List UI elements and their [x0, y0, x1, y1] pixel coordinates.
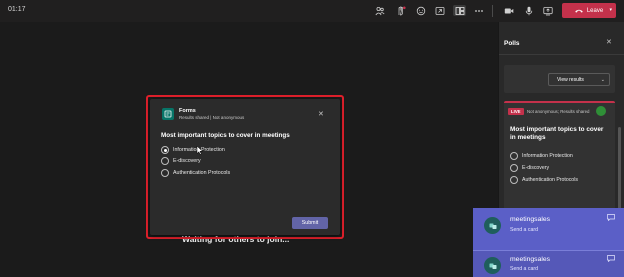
avatar: [596, 106, 606, 116]
chevron-down-icon[interactable]: ▾: [609, 7, 612, 13]
mouse-cursor-icon: [196, 145, 204, 155]
notification-sender: meetingsales: [510, 256, 551, 263]
poll-option-label: Information Protection: [522, 153, 573, 159]
radio-button[interactable]: [510, 164, 518, 172]
poll-option[interactable]: Authentication Protocols: [161, 169, 230, 177]
poll-option-label: E-discovery: [522, 165, 550, 171]
poll-option[interactable]: Information Protection: [510, 152, 573, 160]
phone-hangup-icon: [575, 9, 583, 13]
poll-option-label: Authentication Protocols: [522, 177, 578, 183]
poll-option[interactable]: Information Protection: [161, 146, 225, 154]
chevron-down-icon: ⌄: [600, 77, 605, 83]
forms-subtitle: Results shared | Not anonymous: [179, 115, 245, 120]
notification-sender: meetingsales: [510, 216, 551, 223]
share-tray-icon[interactable]: [434, 5, 445, 16]
bot-avatar-icon: [484, 217, 501, 234]
poll-meta: Not anonymous; Results shared: [527, 109, 590, 114]
poll-question: Most important topics to cover in meetin…: [161, 132, 290, 139]
panel-title: Polls: [504, 40, 520, 47]
chat-notification[interactable]: meetingsales Send a card: [473, 208, 624, 250]
toolbar-divider: [492, 5, 493, 17]
meeting-timer: 01:17: [8, 6, 26, 13]
poll-option[interactable]: Authentication Protocols: [510, 176, 578, 184]
chat-notification[interactable]: meetingsales Send a card: [473, 250, 624, 277]
more-icon[interactable]: [473, 5, 484, 16]
camera-icon[interactable]: [503, 5, 514, 16]
radio-button[interactable]: [161, 157, 169, 165]
poll-question: Most important topics to cover in meetin…: [510, 126, 604, 142]
close-icon[interactable]: ✕: [318, 110, 324, 118]
radio-button[interactable]: [510, 176, 518, 184]
view-results-button[interactable]: View results ⌄: [548, 73, 610, 86]
leave-button[interactable]: Leave ▾: [562, 3, 616, 18]
share-icon[interactable]: [542, 5, 553, 16]
forms-app-name: Forms: [179, 108, 196, 114]
mic-icon[interactable]: [523, 5, 534, 16]
forms-logo-icon: [162, 108, 174, 120]
react-icon[interactable]: [415, 5, 426, 16]
raise-hand-icon[interactable]: [395, 5, 406, 16]
chat-bubble-icon[interactable]: [607, 255, 615, 264]
poll-card: View results ⌄: [504, 65, 615, 93]
divider: [499, 54, 624, 55]
forms-poll-dialog: Forms Results shared | Not anonymous ✕ M…: [150, 99, 340, 235]
live-poll-card: LIVE Not anonymous; Results shared Most …: [504, 101, 615, 212]
radio-button[interactable]: [161, 169, 169, 177]
notification-message: Send a card: [510, 266, 538, 272]
chat-bubble-icon[interactable]: [607, 214, 615, 223]
leave-label: Leave: [586, 7, 604, 14]
poll-option[interactable]: E-discovery: [161, 157, 201, 165]
submit-button[interactable]: Submit: [292, 217, 328, 229]
view-results-label: View results: [557, 76, 584, 83]
apps-icon[interactable]: [453, 5, 466, 16]
bot-avatar-icon: [484, 257, 501, 274]
live-badge: LIVE: [508, 108, 524, 115]
poll-option[interactable]: E-discovery: [510, 164, 549, 172]
meeting-toolbar: 01:17 Leave ▾: [0, 0, 624, 22]
radio-button[interactable]: [510, 152, 518, 160]
poll-option-label: Authentication Protocols: [173, 170, 231, 176]
close-icon[interactable]: ✕: [606, 38, 612, 46]
radio-button-checked[interactable]: [161, 146, 169, 154]
people-icon[interactable]: [374, 5, 385, 16]
poll-option-label: E-discovery: [173, 158, 201, 164]
notification-message: Send a card: [510, 227, 538, 233]
